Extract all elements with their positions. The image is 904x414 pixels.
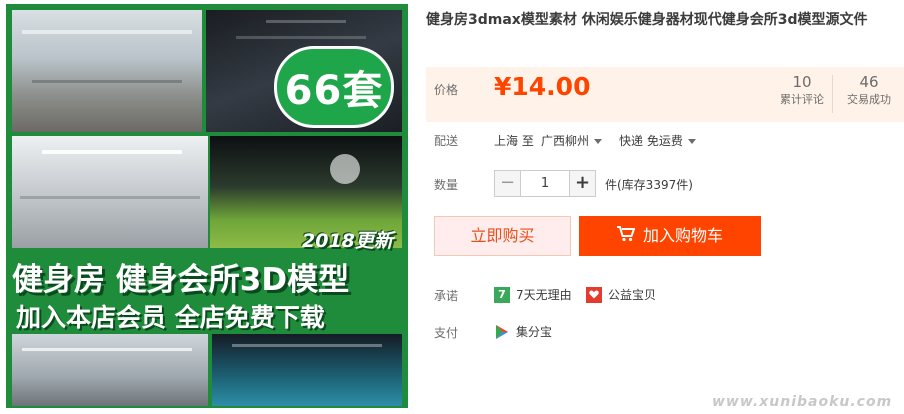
stock-text: 件(库存3397件) (605, 178, 693, 192)
stat-divider (832, 75, 833, 113)
promise-label: 承诺 (434, 289, 459, 303)
reviews-stat[interactable]: 10 累计评论 (772, 72, 832, 108)
buy-now-button[interactable]: 立即购买 (434, 216, 571, 256)
quantity-stepper: − 1 + (494, 170, 596, 197)
deals-label: 交易成功 (847, 93, 891, 106)
add-to-cart-label: 加入购物车 (642, 226, 723, 245)
site-watermark: www.xunibaoku.com (712, 394, 893, 410)
cart-icon (616, 217, 636, 257)
ship-method-select[interactable]: 快递 免运费 (619, 132, 696, 149)
promise-seven-day[interactable]: 7 7天无理由 (494, 286, 572, 303)
quantity-input[interactable]: 1 (521, 170, 569, 197)
ship-from: 上海 至 (494, 134, 534, 148)
ship-method-text: 快递 免运费 (619, 134, 683, 148)
image-banner-subtitle: 加入本店会员 全店免费下载 (16, 303, 325, 332)
shipping-label: 配送 (434, 134, 459, 148)
price-value: ¥14.00 (494, 72, 591, 101)
seven-day-icon: 7 (494, 286, 510, 303)
gym-photo-blue-floor (212, 334, 402, 406)
image-banner-title: 健身房 健身会所3D模型 (12, 262, 350, 298)
charity-heart-icon (586, 286, 602, 303)
reviews-count: 10 (792, 73, 812, 91)
price-panel: 价格 ¥14.00 10 累计评论 46 交易成功 (426, 67, 904, 122)
payment-label: 支付 (434, 326, 459, 340)
add-to-cart-button[interactable]: 加入购物车 (579, 216, 761, 256)
product-detail-page: 66套 2018更新 健身房 健身会所3D模型 加入本店会员 全店免费下载 健身… (0, 0, 904, 414)
deals-count: 46 (859, 73, 879, 91)
chevron-down-icon (594, 139, 603, 144)
gym-photo-treadmills (12, 334, 208, 406)
gym-photo-lobby (12, 10, 202, 132)
product-main-image[interactable]: 66套 2018更新 健身房 健身会所3D模型 加入本店会员 全店免费下载 (6, 4, 408, 408)
jifenbao-icon (494, 324, 510, 340)
promise-charity[interactable]: 公益宝贝 (586, 286, 656, 303)
reviews-label: 累计评论 (780, 93, 824, 106)
update-year-badge: 2018更新 (302, 230, 393, 252)
ship-destination-select[interactable]: 广西柳州 (541, 132, 603, 149)
quantity-decrease-button[interactable]: − (494, 170, 521, 197)
chevron-down-icon (687, 139, 696, 144)
payment-method-text: 集分宝 (516, 325, 553, 339)
set-count-badge: 66套 (274, 46, 394, 128)
payment-jifenbao[interactable]: 集分宝 (494, 323, 552, 340)
promise-seven-day-text: 7天无理由 (516, 288, 572, 302)
quantity-label: 数量 (434, 178, 459, 192)
promise-charity-text: 公益宝贝 (608, 288, 657, 302)
deals-stat: 46 交易成功 (839, 72, 899, 108)
price-label: 价格 (434, 83, 459, 97)
gym-photo-white-hall (12, 136, 208, 248)
ship-destination-text: 广西柳州 (541, 134, 590, 148)
quantity-increase-button[interactable]: + (569, 170, 596, 197)
product-title: 健身房3dmax模型素材 休闲娱乐健身器材现代健身会所3d模型源文件 (426, 12, 868, 28)
